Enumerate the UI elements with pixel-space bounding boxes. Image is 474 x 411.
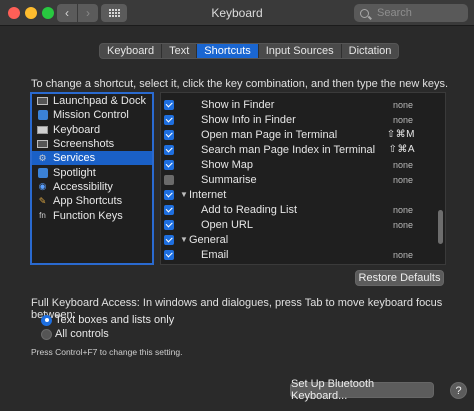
shortcut-row[interactable]: Open URL none [161,217,445,232]
shortcut-key[interactable]: none [393,175,413,185]
shortcut-label: Add to Reading List [201,203,298,216]
shortcut-label: Summarise [201,173,257,186]
control-f7-hint: Press Control+F7 to change this setting. [31,347,183,357]
shortcut-row[interactable]: Show Info in Finder none [161,112,445,127]
tab-text[interactable]: Text [162,44,198,58]
shortcut-label: Show Map [201,158,253,171]
shortcut-list[interactable]: Show in Finder none Show Info in Finder … [160,92,446,265]
search-field[interactable] [354,4,468,22]
shortcut-checkbox[interactable] [164,129,174,140]
keyboard-icon [37,125,48,134]
category-label: Keyboard [53,123,101,136]
accessibility-icon: ◉ [38,181,47,192]
shortcut-row[interactable]: Open man Page in Terminal ⇧⌘M [161,127,445,142]
shortcut-label: Show in Finder [201,98,275,111]
tab-keyboard[interactable]: Keyboard [100,44,163,58]
shortcut-group-row[interactable]: ▼ Internet [161,187,445,202]
category-item-screenshots[interactable]: Screenshots [32,137,152,151]
search-icon [360,8,369,18]
disclosure-triangle-icon[interactable]: ▼ [180,235,188,244]
tab-dictation[interactable]: Dictation [342,44,399,58]
shortcut-row[interactable]: Show Map none [161,157,445,172]
preference-tabs: Keyboard Text Shortcuts Input Sources Di… [99,43,400,59]
shortcut-key[interactable]: ⇧⌘A [388,144,415,155]
function-keys-icon: fn [39,211,46,221]
help-button[interactable]: ? [450,382,467,399]
set-up-bluetooth-keyboard-button[interactable]: Set Up Bluetooth Keyboard... [290,378,434,402]
shortcut-key[interactable]: ⇧⌘M [387,129,415,140]
shortcut-key[interactable]: none [393,115,413,125]
shortcut-row[interactable]: Summarise none [161,172,445,187]
category-item-launchpad-dock[interactable]: Launchpad & Dock [32,94,152,108]
shortcut-key[interactable]: none [393,220,413,230]
shortcut-label: Open man Page in Terminal [201,128,338,141]
category-label: Launchpad & Dock [53,95,146,108]
category-label: Spotlight [53,166,96,179]
shortcut-row[interactable]: Search man Page Index in Terminal ⇧⌘A [161,142,445,157]
shortcut-checkbox[interactable] [164,219,174,230]
mission-control-icon [37,110,48,121]
shortcut-checkbox[interactable] [164,159,174,170]
disclosure-triangle-icon[interactable]: ▼ [180,190,188,199]
shortcut-checkbox[interactable] [164,114,174,125]
app-shortcuts-icon: ✎ [38,195,47,206]
shortcut-group-label: General [189,233,229,246]
radio-text-boxes-lists[interactable]: Text boxes and lists only [41,314,174,326]
category-item-mission-control[interactable]: Mission Control [32,108,152,122]
shortcut-label: Open URL [201,218,253,231]
category-label: App Shortcuts [53,195,123,208]
shortcut-checkbox[interactable] [164,99,174,110]
shortcut-key[interactable]: none [393,205,413,215]
shortcut-label: Show Info in Finder [201,113,296,126]
restore-defaults-button[interactable]: Restore Defaults [355,270,444,286]
category-label: Services [53,152,96,165]
category-item-accessibility[interactable]: ◉ Accessibility [32,180,152,194]
tab-input-sources[interactable]: Input Sources [259,44,342,58]
category-label: Mission Control [53,109,129,122]
gear-icon: ⚙ [38,152,47,163]
scrollbar-thumb[interactable] [438,210,443,244]
shortcut-group-label: Internet [189,188,227,201]
category-item-spotlight[interactable]: Spotlight [32,165,152,179]
launchpad-dock-icon [37,97,48,106]
shortcut-checkbox[interactable] [164,204,174,215]
shortcut-key[interactable]: none [393,160,413,170]
shortcut-key[interactable]: none [393,100,413,110]
shortcut-group-row[interactable]: ▼ General [161,232,445,247]
category-label: Accessibility [53,180,113,193]
category-label: Screenshots [53,138,115,151]
shortcut-label: Search man Page Index in Terminal [201,143,376,156]
shortcut-key[interactable]: none [393,250,413,260]
shortcut-row[interactable]: Show in Finder none [161,97,445,112]
radio-label: All controls [55,328,109,340]
shortcut-row[interactable]: Email none [161,247,445,262]
shortcut-checkbox[interactable] [164,249,174,260]
title-bar: ‹ › Keyboard [0,0,474,26]
shortcut-checkbox[interactable] [164,189,174,200]
search-input[interactable] [377,7,465,19]
shortcut-label: Email [201,248,229,261]
shortcut-row[interactable]: Add to Reading List none [161,202,445,217]
category-label: Function Keys [53,209,123,222]
tab-shortcuts[interactable]: Shortcuts [197,44,259,58]
shortcut-checkbox[interactable] [164,234,174,245]
shortcut-checkbox[interactable] [164,174,174,185]
spotlight-icon [37,167,48,178]
category-item-services[interactable]: ⚙ Services [32,151,152,166]
screenshots-icon [37,140,48,149]
shortcut-checkbox[interactable] [164,144,174,155]
instruction-text: To change a shortcut, select it, click t… [31,78,449,90]
category-item-keyboard[interactable]: Keyboard [32,123,152,137]
radio-all-controls[interactable]: All controls [41,328,109,340]
radio-button[interactable] [41,328,52,340]
radio-label: Text boxes and lists only [55,314,175,326]
category-item-function-keys[interactable]: fn Function Keys [32,208,152,222]
category-list[interactable]: Launchpad & Dock Mission Control Keyboar… [30,92,154,265]
category-item-app-shortcuts[interactable]: ✎ App Shortcuts [32,194,152,208]
radio-button[interactable] [41,314,52,326]
